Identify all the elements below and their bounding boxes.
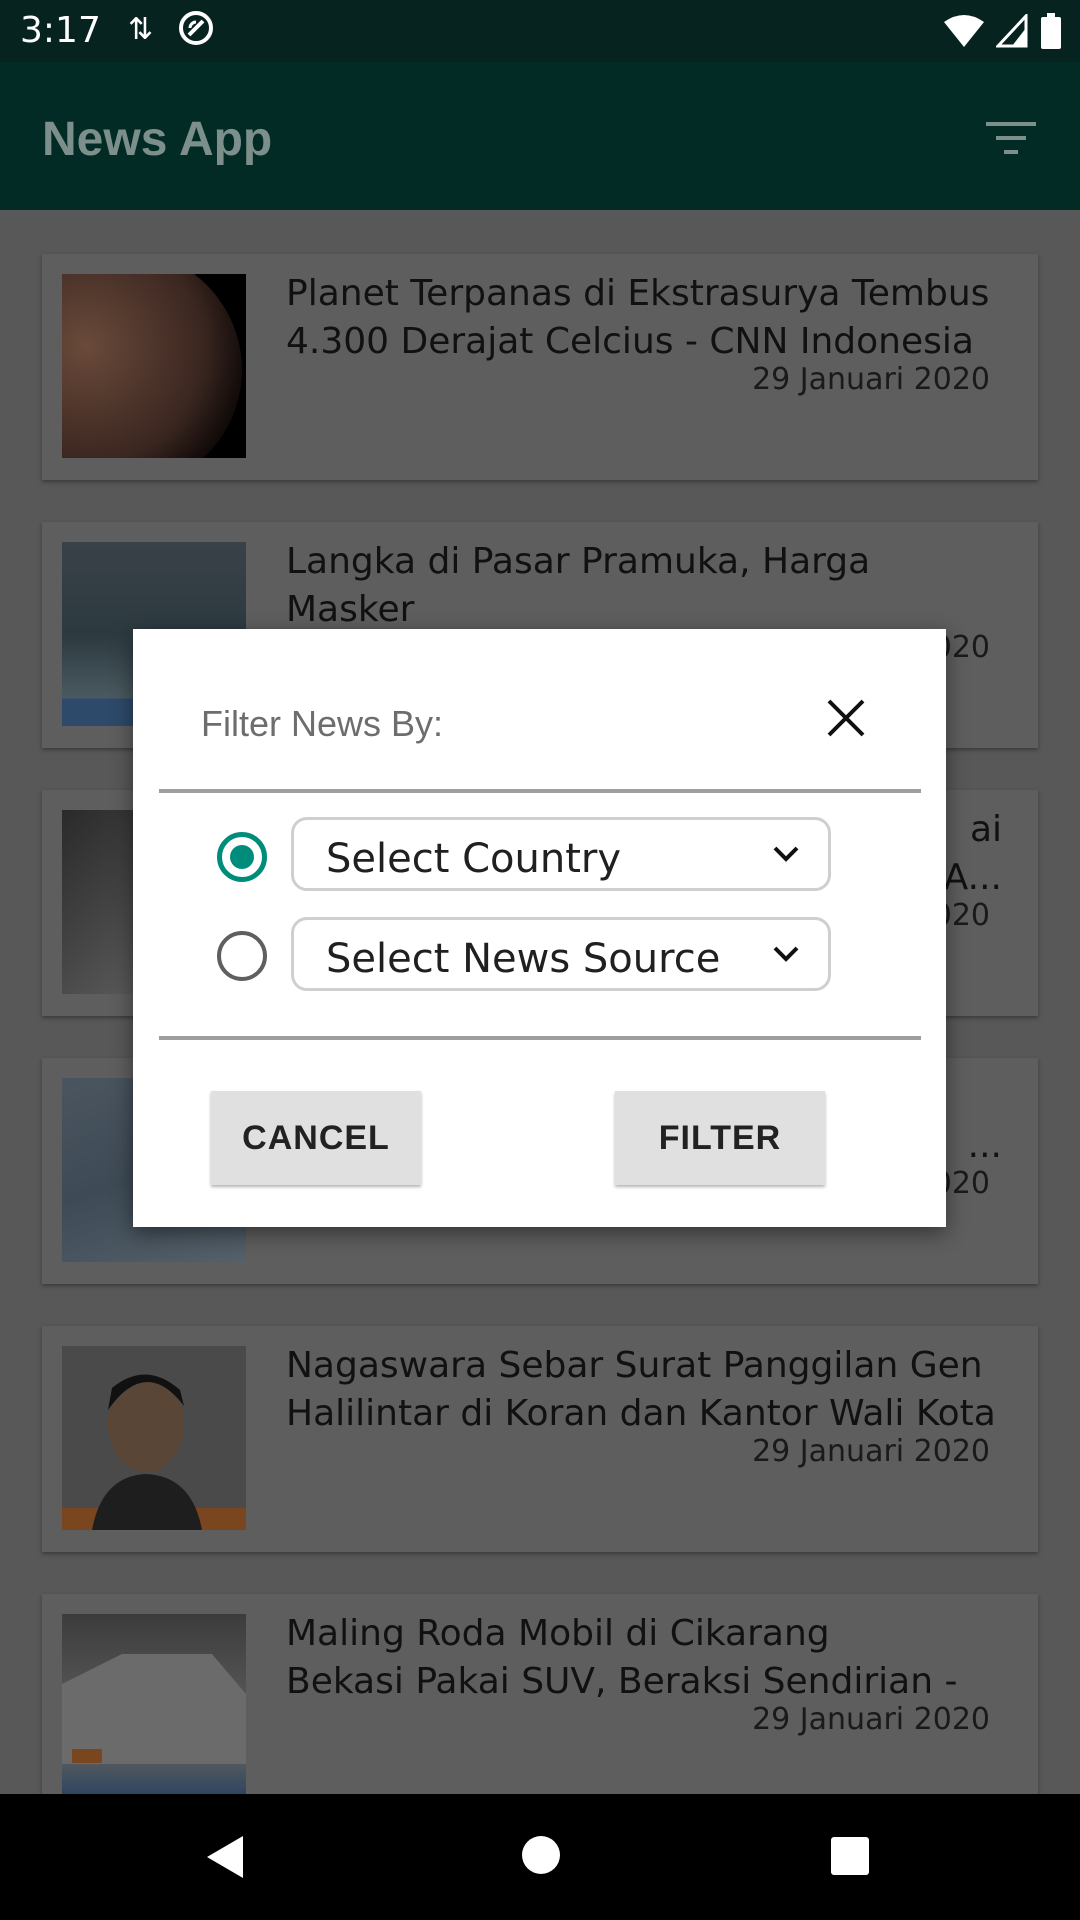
data-transfer-icon: ⇅ [128,13,154,46]
news-title: Planet Terpanas di Ekstrasurya Tembus 4.… [286,273,990,362]
news-title: Nagaswara Sebar Surat Panggilan Gen Hali… [286,1345,996,1434]
chevron-down-icon [773,946,799,962]
navigation-bar [0,1794,1080,1920]
news-card[interactable]: Nagaswara Sebar Surat Panggilan Gen Hali… [42,1326,1038,1552]
app-title: News App [42,113,273,166]
news-source-radio[interactable] [217,931,267,981]
news-card[interactable]: Maling Roda Mobil di Cikarang Bekasi Pak… [42,1594,1038,1794]
cancel-button[interactable]: CANCEL [211,1091,421,1185]
news-title: Langka di Pasar Pramuka, Harga Masker Na… [286,541,871,630]
news-title: Maling Roda Mobil di Cikarang Bekasi Pak… [286,1613,958,1702]
news-date: 29 Januari 2020 [752,1702,990,1737]
close-icon[interactable] [823,695,869,741]
country-select[interactable]: Select Country [291,817,831,891]
news-thumbnail [62,1346,246,1530]
filter-list-icon[interactable] [984,116,1040,160]
country-select-value: Select Country [326,836,622,882]
wifi-icon [944,15,984,47]
person-image [92,1374,202,1530]
news-date: 29 Januari 2020 [752,1434,990,1469]
status-time: 3:17 [20,10,101,51]
signal-icon [996,14,1028,48]
filter-button[interactable]: FILTER [615,1091,825,1185]
news-source-select-value: Select News Source [326,936,721,982]
news-thumbnail [62,274,246,458]
filter-dialog: Filter News By: Select Country Select Ne… [133,629,946,1227]
dialog-title: Filter News By: [201,703,444,744]
country-radio[interactable] [217,832,267,882]
divider [159,1036,921,1040]
app-bar: News App [0,62,1080,210]
sync-icon [179,11,213,45]
home-icon[interactable] [520,1834,562,1876]
battery-icon [1041,13,1061,49]
car-image [62,1654,246,1764]
back-icon[interactable] [205,1834,245,1880]
news-date: 29 Januari 2020 [752,362,990,397]
chevron-down-icon [773,846,799,862]
news-card[interactable]: Planet Terpanas di Ekstrasurya Tembus 4.… [42,254,1038,480]
news-thumbnail [62,1614,246,1794]
status-bar: 3:17 ⇅ [0,0,1080,62]
news-source-select[interactable]: Select News Source [291,917,831,991]
planet-image [62,274,242,458]
recents-icon[interactable] [830,1836,870,1876]
divider [159,789,921,793]
